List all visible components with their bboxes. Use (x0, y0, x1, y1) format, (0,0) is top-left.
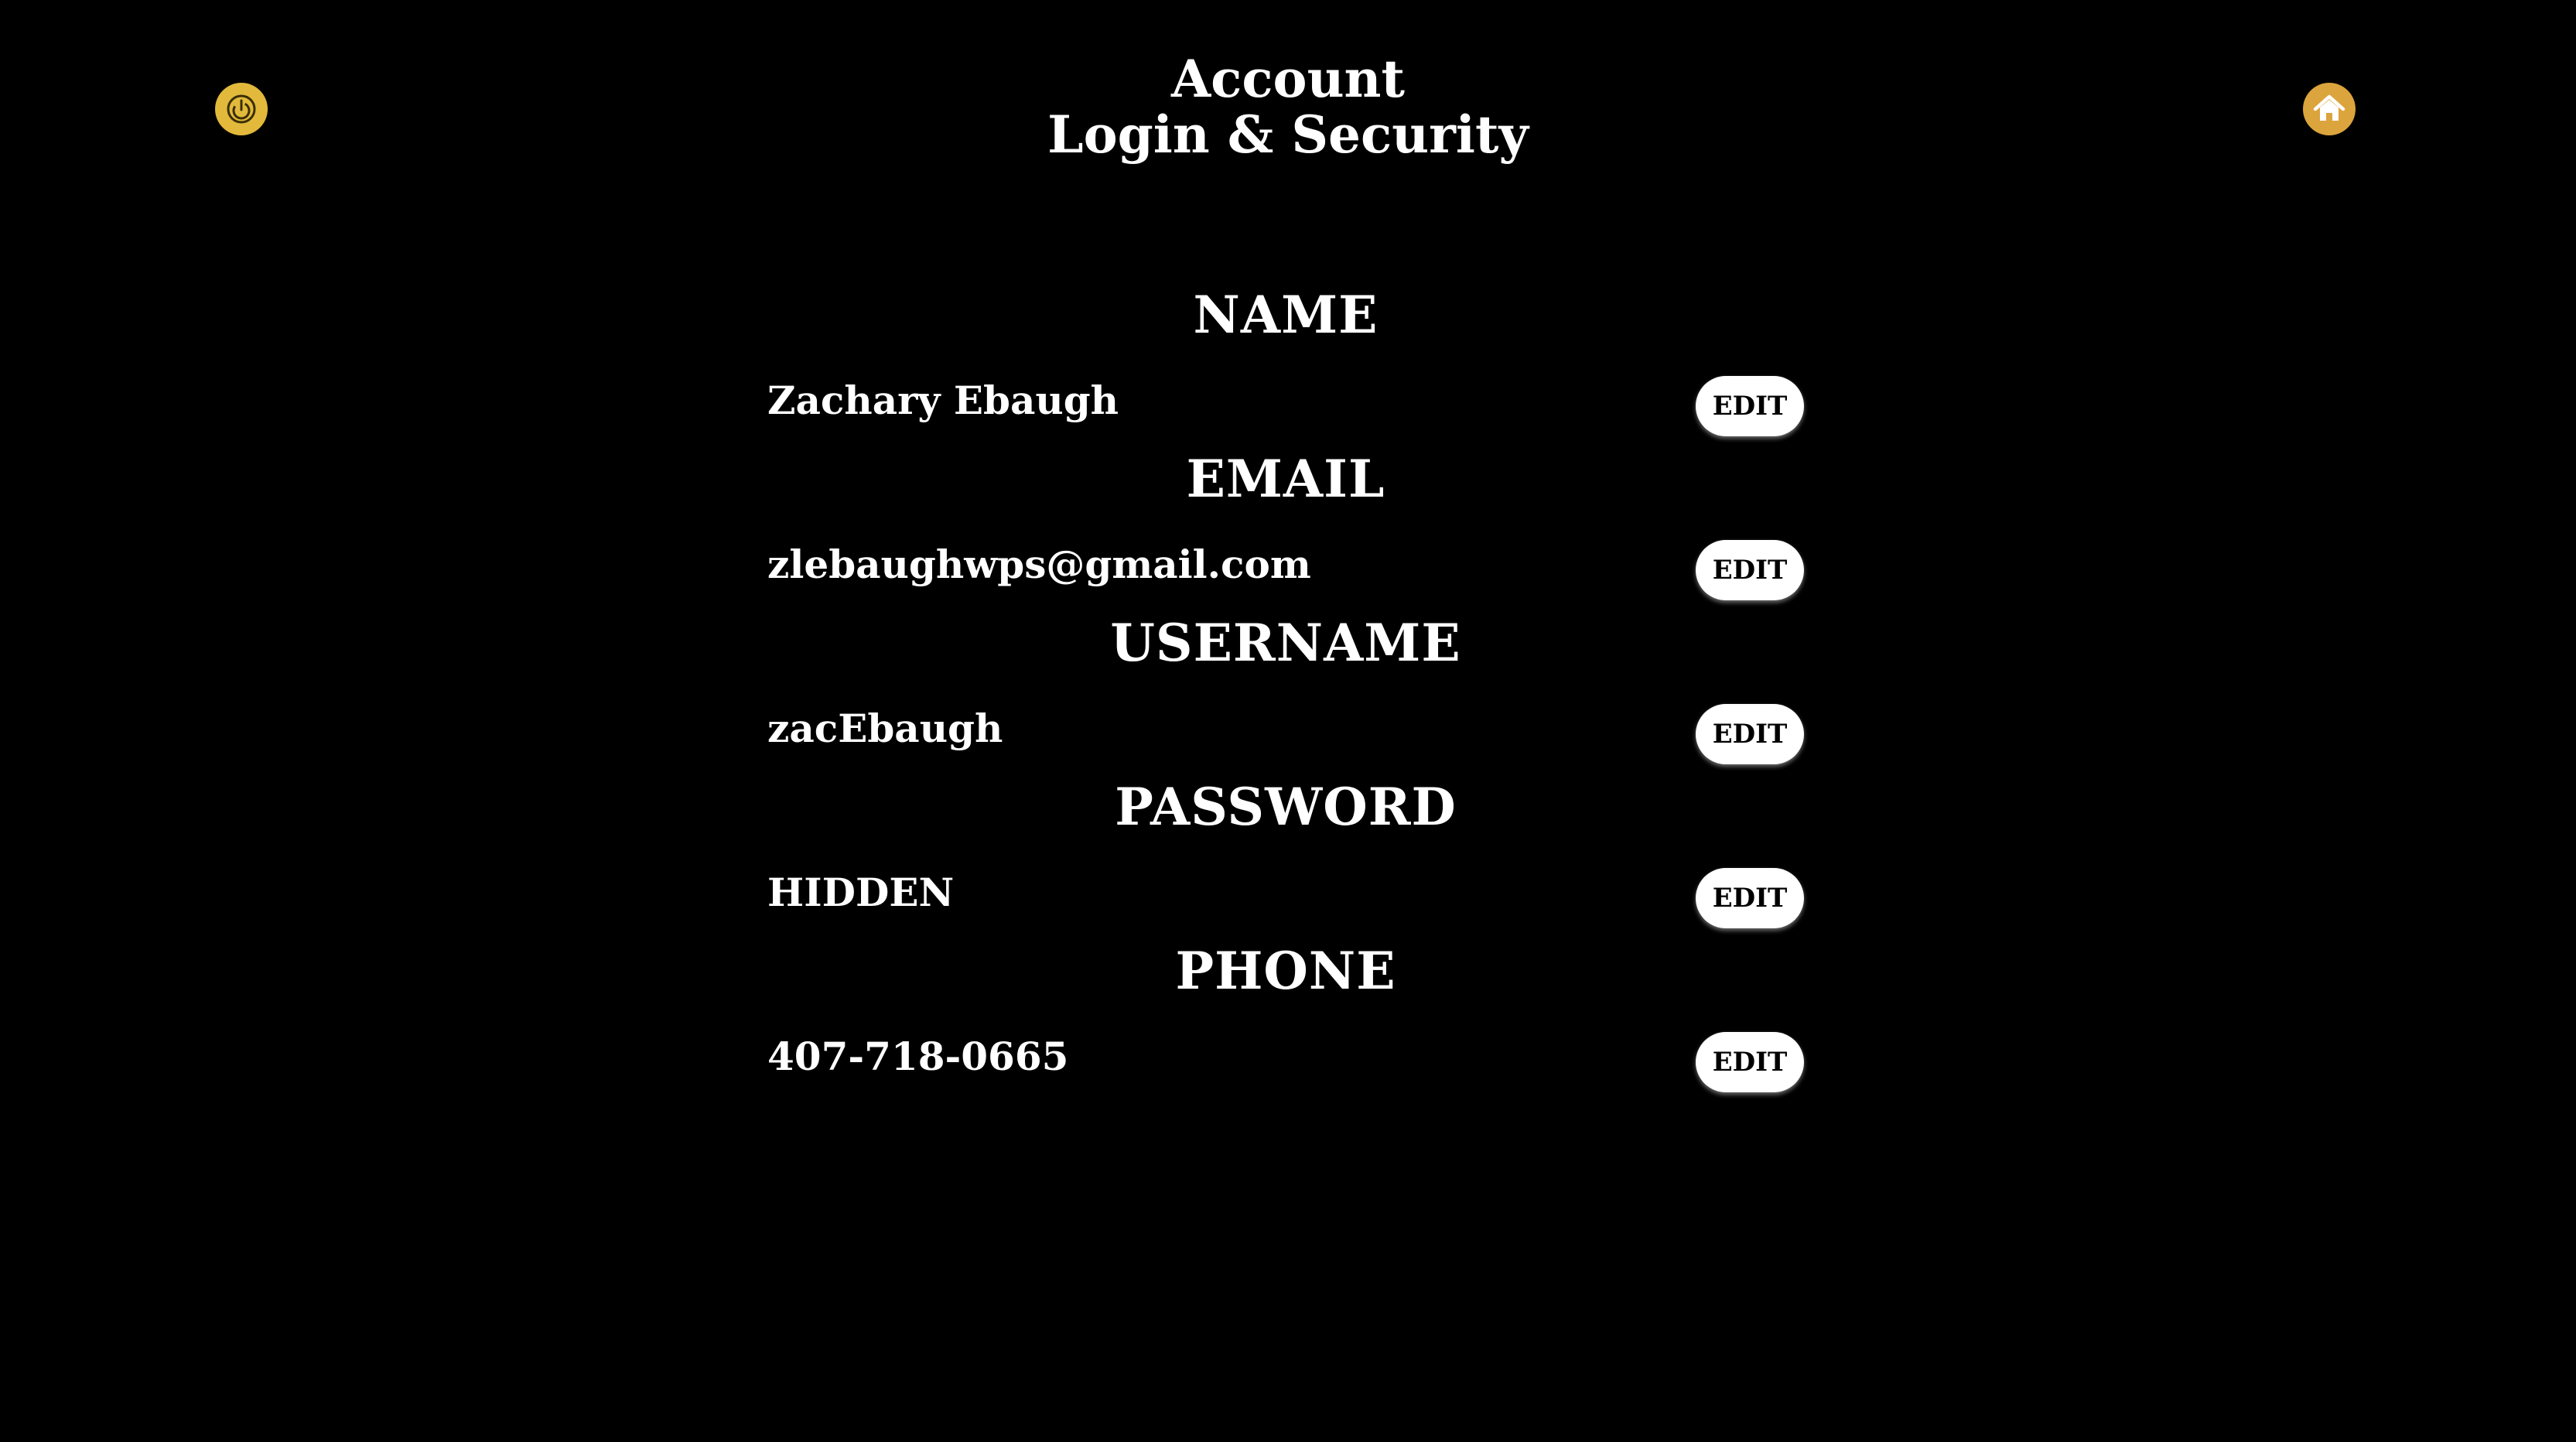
home-icon (2311, 91, 2347, 127)
section-heading: NAME (1193, 285, 1379, 345)
phone-value: 407-718-0665 (767, 1034, 1069, 1079)
name-value: Zachary Ebaugh (767, 378, 1119, 423)
page-title-line1: Account (1170, 49, 1406, 109)
section-heading: PHONE (1175, 941, 1396, 1001)
section-email: EMAIL zlebaughwps@gmail.com EDIT (767, 446, 1804, 610)
section-password: PASSWORD HIDDEN EDIT (767, 774, 1804, 938)
section-username: USERNAME zacEbaugh EDIT (767, 610, 1804, 774)
page-title-line2: Login & Security (1047, 104, 1529, 165)
section-name: NAME Zachary Ebaugh EDIT (767, 282, 1804, 446)
edit-name-button[interactable]: EDIT (1696, 376, 1804, 436)
account-details: NAME Zachary Ebaugh EDIT EMAIL zlebaughw… (767, 282, 1804, 1102)
section-heading: EMAIL (1186, 449, 1385, 509)
home-button[interactable] (2303, 83, 2356, 135)
edit-username-button[interactable]: EDIT (1696, 704, 1804, 764)
username-value: zacEbaugh (767, 706, 1003, 751)
section-heading: PASSWORD (1115, 777, 1457, 837)
edit-email-button[interactable]: EDIT (1696, 540, 1804, 600)
edit-password-button[interactable]: EDIT (1696, 868, 1804, 928)
edit-phone-button[interactable]: EDIT (1696, 1032, 1804, 1092)
email-value: zlebaughwps@gmail.com (767, 542, 1311, 587)
section-phone: PHONE 407-718-0665 EDIT (767, 938, 1804, 1102)
page-title: Account Login & Security (0, 51, 2576, 162)
account-page: Account Login & Security NAME Zachary Eb… (0, 0, 2576, 1442)
password-value: HIDDEN (767, 870, 955, 915)
section-heading: USERNAME (1110, 613, 1461, 673)
